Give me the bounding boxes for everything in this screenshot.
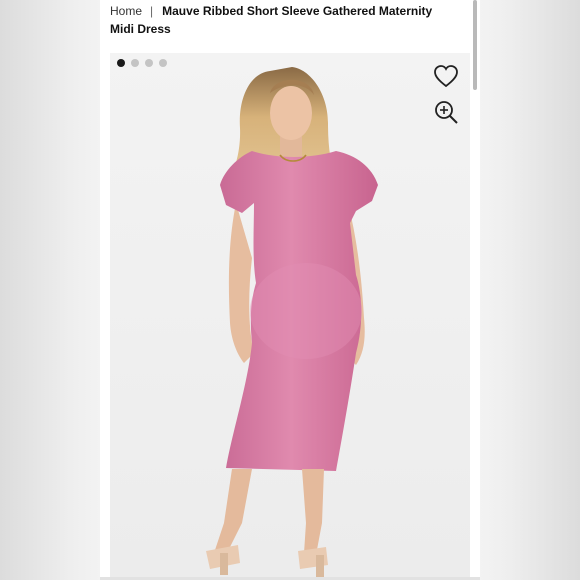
- product-title: Mauve Ribbed Short Sleeve Gathered Mater…: [110, 4, 433, 36]
- gallery-dot-2[interactable]: [131, 59, 139, 67]
- right-backdrop: [480, 0, 580, 580]
- product-page: Home | Mauve Ribbed Short Sleeve Gathered …: [100, 0, 480, 580]
- gallery-dot-1[interactable]: [117, 59, 125, 67]
- page-scrollbar[interactable]: [473, 0, 477, 90]
- product-image-gallery[interactable]: [110, 53, 470, 580]
- gallery-dot-4[interactable]: [159, 59, 167, 67]
- left-backdrop: [0, 0, 100, 580]
- gallery-pagination: [117, 59, 167, 67]
- zoom-in-icon[interactable]: [432, 98, 460, 126]
- breadcrumb-home-link[interactable]: Home: [110, 4, 142, 18]
- breadcrumb: Home | Mauve Ribbed Short Sleeve Gathered …: [110, 2, 455, 38]
- breadcrumb-separator: |: [150, 4, 154, 18]
- gallery-dot-3[interactable]: [145, 59, 153, 67]
- heart-icon[interactable]: [432, 62, 460, 90]
- product-photo: [110, 53, 470, 580]
